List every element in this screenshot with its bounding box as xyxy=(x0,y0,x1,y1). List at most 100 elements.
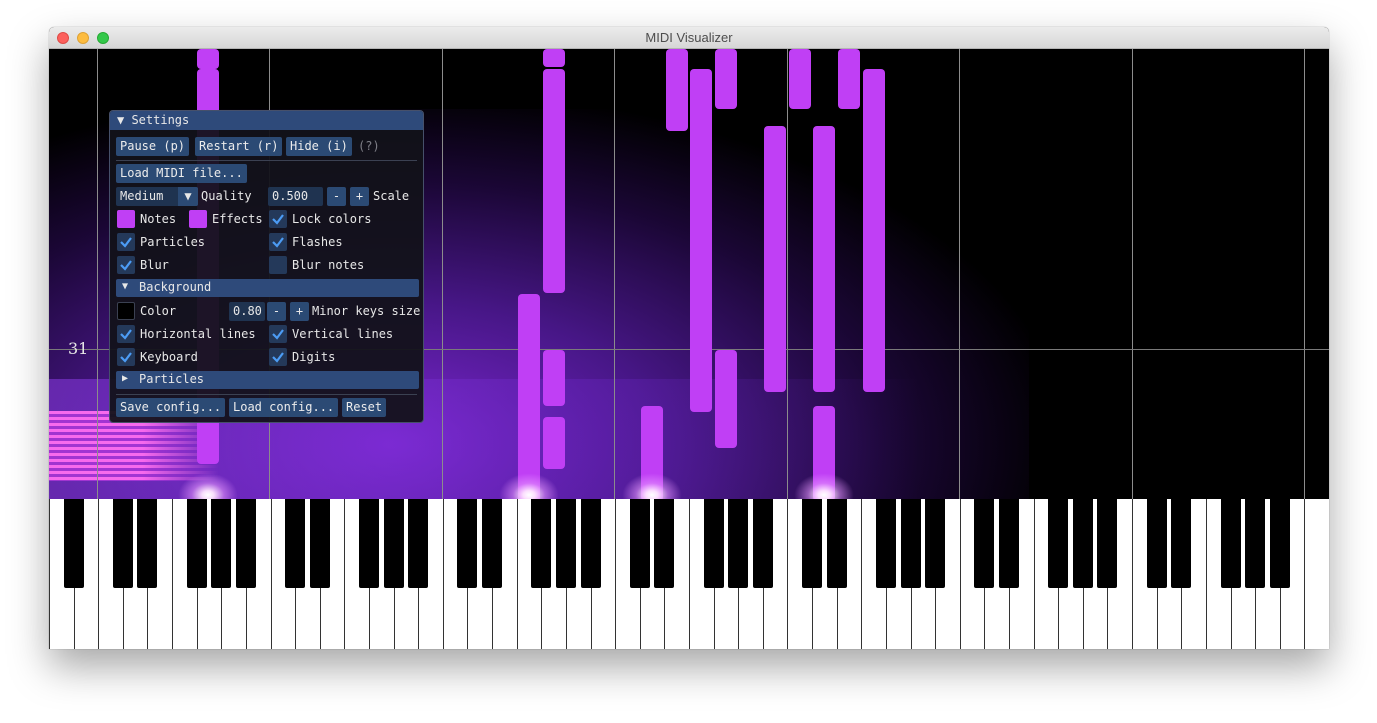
note-bar xyxy=(197,49,219,69)
note-bar xyxy=(543,350,565,406)
black-key xyxy=(358,499,379,588)
app-window: MIDI Visualizer 31 ▼ Settings Pause (p) … xyxy=(49,27,1329,649)
black-key xyxy=(383,499,404,588)
vertical-line xyxy=(787,49,788,499)
black-key xyxy=(875,499,896,588)
black-key xyxy=(925,499,946,588)
flashes-checkbox[interactable] xyxy=(269,233,287,251)
black-key xyxy=(752,499,773,588)
vertical-line xyxy=(1132,49,1133,499)
background-color-swatch[interactable] xyxy=(117,302,135,320)
background-color-label: Color xyxy=(140,304,177,318)
triangle-right-icon: ▶ xyxy=(122,373,129,384)
note-bar xyxy=(715,350,737,448)
visualizer-canvas[interactable]: 31 ▼ Settings Pause (p) Restart (r) Hide… xyxy=(49,49,1329,649)
piano-keyboard xyxy=(49,499,1329,649)
scale-input[interactable]: 0.500 xyxy=(268,187,323,206)
settings-panel: ▼ Settings Pause (p) Restart (r) Hide (i… xyxy=(109,110,424,423)
lock-colors-label: Lock colors xyxy=(292,212,372,226)
triangle-down-icon: ▼ xyxy=(122,281,129,292)
horizontal-lines-label: Horizontal lines xyxy=(140,327,256,341)
load-midi-button[interactable]: Load MIDI file... xyxy=(116,164,247,183)
digits-label: Digits xyxy=(292,350,336,364)
settings-title: ▼ Settings xyxy=(117,113,190,127)
scale-label: Scale xyxy=(373,189,410,203)
minor-keys-increment-button[interactable]: + xyxy=(290,302,309,321)
vertical-lines-label: Vertical lines xyxy=(292,327,394,341)
notes-color-swatch[interactable] xyxy=(117,210,135,228)
black-key xyxy=(1072,499,1093,588)
checkmark-icon xyxy=(272,329,284,340)
blur-notes-checkbox[interactable] xyxy=(269,256,287,274)
particles-checkbox[interactable] xyxy=(117,233,135,251)
note-bar xyxy=(715,49,737,109)
checkmark-icon xyxy=(120,237,132,248)
quality-combo[interactable]: Medium ▼ xyxy=(116,187,198,206)
black-key xyxy=(1048,499,1069,588)
reset-button[interactable]: Reset xyxy=(342,398,387,417)
title-bar[interactable]: MIDI Visualizer xyxy=(49,27,1329,49)
black-key xyxy=(580,499,601,588)
black-key xyxy=(482,499,503,588)
effects-color-swatch[interactable] xyxy=(189,210,207,228)
beat-digit: 31 xyxy=(68,339,89,358)
vertical-line xyxy=(614,49,615,499)
note-bar xyxy=(690,69,712,412)
minor-keys-size-label: Minor keys size xyxy=(312,304,421,318)
black-key xyxy=(555,499,576,588)
pause-button[interactable]: Pause (p) xyxy=(116,137,190,156)
hide-button[interactable]: Hide (i) xyxy=(286,137,352,156)
separator xyxy=(116,394,417,395)
black-key xyxy=(1171,499,1192,588)
scale-increment-button[interactable]: + xyxy=(350,187,369,206)
note-bar xyxy=(863,69,885,392)
particles-section-header[interactable]: ▶ Particles xyxy=(116,371,419,389)
black-key xyxy=(1146,499,1167,588)
load-config-button[interactable]: Load config... xyxy=(229,398,339,417)
note-bar xyxy=(543,69,565,293)
keyboard-label: Keyboard xyxy=(140,350,198,364)
black-key xyxy=(998,499,1019,588)
minor-keys-decrement-button[interactable]: - xyxy=(267,302,286,321)
black-key xyxy=(703,499,724,588)
vertical-line xyxy=(442,49,443,499)
note-bar xyxy=(666,49,688,131)
notes-label: Notes xyxy=(140,212,177,226)
restart-button[interactable]: Restart (r) xyxy=(195,137,283,156)
keyboard-checkbox[interactable] xyxy=(117,348,135,366)
black-key xyxy=(309,499,330,588)
save-config-button[interactable]: Save config... xyxy=(116,398,226,417)
vertical-line xyxy=(959,49,960,499)
note-bar xyxy=(789,49,811,109)
window-title: MIDI Visualizer xyxy=(645,30,733,45)
note-bar xyxy=(764,126,786,392)
checkmark-icon xyxy=(120,352,132,363)
lock-colors-checkbox[interactable] xyxy=(269,210,287,228)
flashes-label: Flashes xyxy=(292,235,343,249)
checkmark-icon xyxy=(120,260,132,271)
blur-notes-label: Blur notes xyxy=(292,258,365,272)
blur-label: Blur xyxy=(140,258,169,272)
background-section-header[interactable]: ▼ Background xyxy=(116,279,419,297)
checkmark-icon xyxy=(272,352,284,363)
checkmark-icon xyxy=(272,214,284,225)
black-key xyxy=(285,499,306,588)
black-key xyxy=(1245,499,1266,588)
note-bar xyxy=(813,126,835,392)
help-marker[interactable]: (?) xyxy=(358,139,380,154)
black-key xyxy=(112,499,133,588)
black-key xyxy=(728,499,749,588)
minor-keys-size-input[interactable]: 0.80 xyxy=(229,302,265,321)
horizontal-lines-checkbox[interactable] xyxy=(117,325,135,343)
scale-decrement-button[interactable]: - xyxy=(327,187,346,206)
blur-checkbox[interactable] xyxy=(117,256,135,274)
effects-label: Effects xyxy=(212,212,263,226)
digits-checkbox[interactable] xyxy=(269,348,287,366)
separator xyxy=(116,160,417,161)
particles-label: Particles xyxy=(140,235,206,249)
black-key xyxy=(63,499,84,588)
settings-header[interactable]: ▼ Settings xyxy=(110,111,423,130)
note-bar xyxy=(838,49,860,109)
black-key xyxy=(186,499,207,588)
vertical-lines-checkbox[interactable] xyxy=(269,325,287,343)
